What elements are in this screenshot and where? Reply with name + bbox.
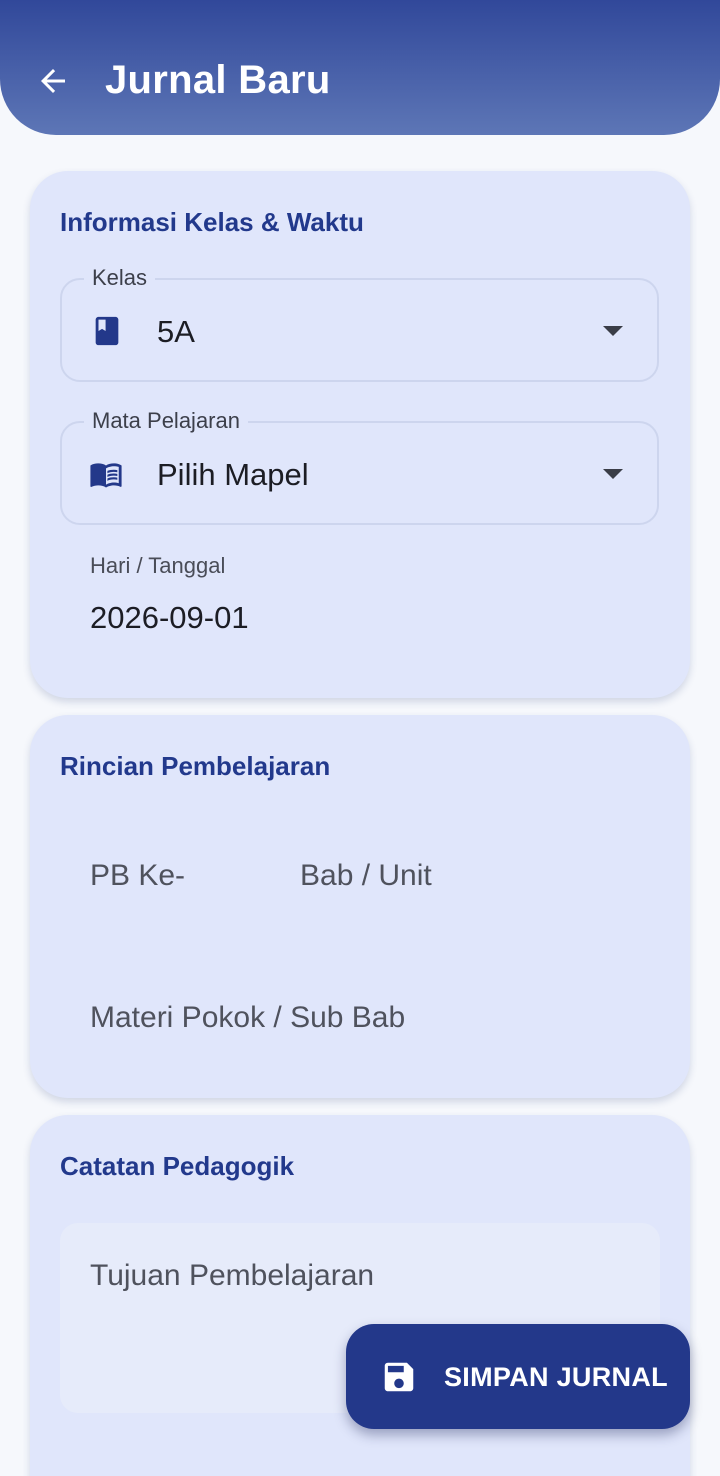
kelas-dropdown[interactable]: Kelas 5A (60, 264, 659, 382)
bab-placeholder: Bab / Unit (300, 859, 432, 892)
page-title: Jurnal Baru (105, 58, 331, 102)
mapel-label: Mata Pelajaran (84, 407, 248, 435)
class-info-card: Informasi Kelas & Waktu Kelas 5A Mata Pe… (30, 171, 690, 698)
mapel-value: Pilih Mapel (157, 457, 309, 492)
open-book-icon (90, 463, 122, 488)
kelas-value: 5A (157, 314, 195, 349)
save-icon (384, 1362, 414, 1392)
kelas-label: Kelas (84, 264, 156, 292)
save-journal-label: SIMPAN JURNAL (444, 1362, 668, 1392)
tanggal-value: 2026-09-01 (90, 600, 249, 635)
learning-details-title: Rincian Pembelajaran (60, 751, 331, 781)
arrow-left-icon (41, 69, 65, 93)
chevron-down-icon (603, 469, 623, 479)
book-icon (95, 316, 119, 346)
class-info-title: Informasi Kelas & Waktu (60, 207, 364, 237)
back-button[interactable] (30, 58, 76, 104)
materi-placeholder: Materi Pokok / Sub Bab (90, 1001, 406, 1034)
mapel-dropdown[interactable]: Mata Pelajaran Pilih Mapel (60, 407, 659, 525)
pb-input[interactable]: PB Ke- (60, 825, 250, 925)
tanggal-label: Hari / Tanggal (90, 553, 226, 578)
save-journal-button[interactable]: SIMPAN JURNAL (346, 1324, 690, 1429)
app-bar: Jurnal Baru (0, 0, 720, 135)
pedagogic-notes-title: Catatan Pedagogik (60, 1151, 295, 1181)
chevron-down-icon (603, 326, 623, 336)
page: Jurnal Baru Informasi Kelas & Waktu Kela… (0, 0, 720, 1476)
tujuan-placeholder: Tujuan Pembelajaran (90, 1259, 375, 1292)
tanggal-field[interactable]: Hari / Tanggal 2026-09-01 (60, 546, 660, 656)
bab-input[interactable]: Bab / Unit (270, 825, 660, 925)
pb-placeholder: PB Ke- (90, 859, 186, 892)
learning-details-card: Rincian Pembelajaran PB Ke- Bab / Unit M… (30, 715, 690, 1098)
materi-input[interactable]: Materi Pokok / Sub Bab (60, 967, 660, 1067)
